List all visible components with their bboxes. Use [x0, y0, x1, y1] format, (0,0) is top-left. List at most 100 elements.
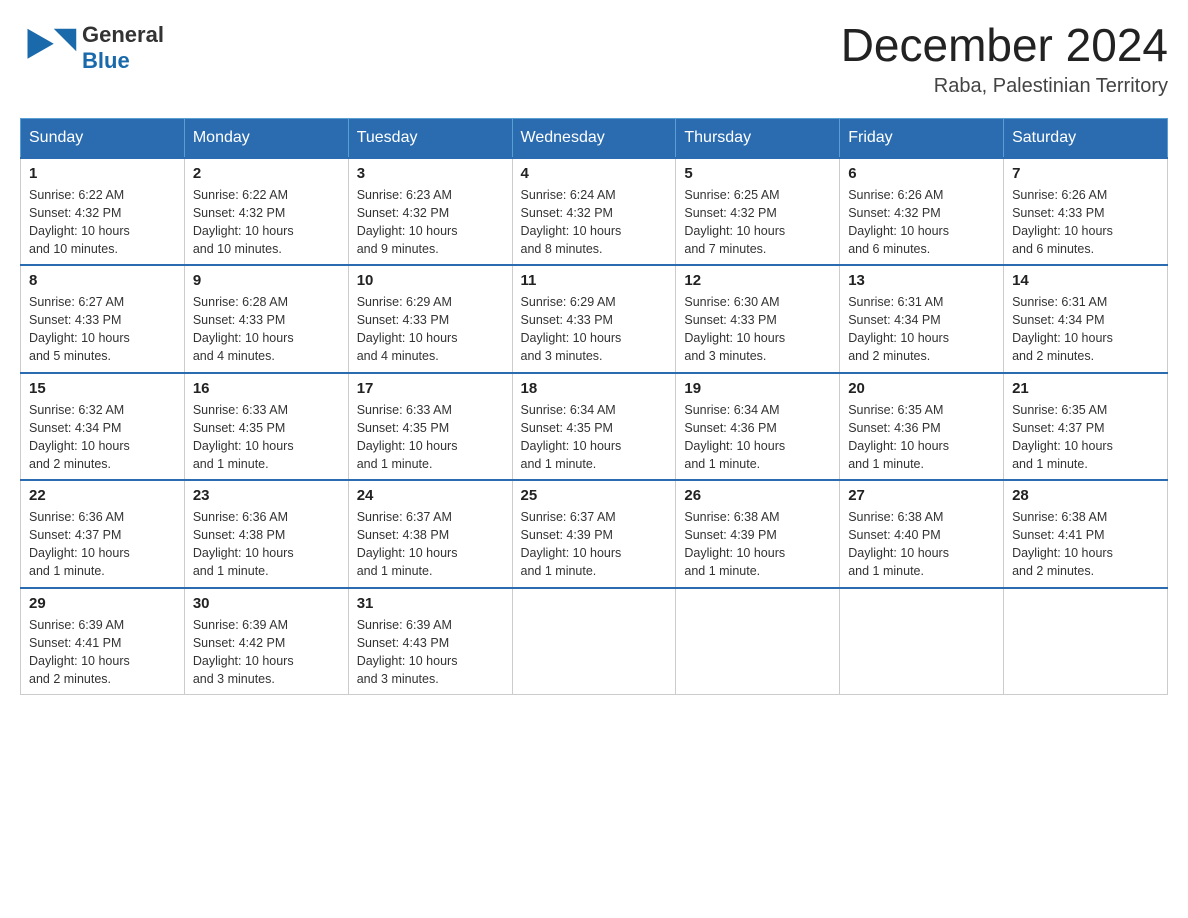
day-info: Sunrise: 6:27 AMSunset: 4:33 PMDaylight:…	[29, 293, 176, 366]
calendar-cell	[512, 588, 676, 695]
day-number: 1	[29, 165, 176, 182]
calendar-cell	[840, 588, 1004, 695]
day-number: 14	[1012, 272, 1159, 289]
calendar-week-row: 22 Sunrise: 6:36 AMSunset: 4:37 PMDayligh…	[21, 480, 1168, 588]
calendar-cell: 7 Sunrise: 6:26 AMSunset: 4:33 PMDaylight…	[1004, 158, 1168, 266]
day-info: Sunrise: 6:31 AMSunset: 4:34 PMDaylight:…	[1012, 293, 1159, 366]
weekday-header-wednesday: Wednesday	[512, 118, 676, 158]
calendar-cell: 14 Sunrise: 6:31 AMSunset: 4:34 PMDayligh…	[1004, 265, 1168, 373]
day-info: Sunrise: 6:33 AMSunset: 4:35 PMDaylight:…	[193, 401, 340, 474]
calendar-cell: 15Sunrise: 6:32 AMSunset: 4:34 PMDayligh…	[21, 373, 185, 481]
day-number: 3	[357, 165, 504, 182]
day-number: 6	[848, 165, 995, 182]
day-number: 19	[684, 380, 831, 397]
page-header: General Blue December 2024 Raba, Palesti…	[20, 20, 1168, 98]
day-info: Sunrise: 6:29 AMSunset: 4:33 PMDaylight:…	[357, 293, 504, 366]
day-info: Sunrise: 6:34 AMSunset: 4:36 PMDaylight:…	[684, 401, 831, 474]
day-number: 16	[193, 380, 340, 397]
day-number: 2	[193, 165, 340, 182]
day-info: Sunrise: 6:24 AMSunset: 4:32 PMDaylight:…	[521, 186, 668, 259]
calendar-cell: 8 Sunrise: 6:27 AMSunset: 4:33 PMDaylight…	[21, 265, 185, 373]
calendar-cell: 12 Sunrise: 6:30 AMSunset: 4:33 PMDayligh…	[676, 265, 840, 373]
day-number: 30	[193, 595, 340, 612]
weekday-header-saturday: Saturday	[1004, 118, 1168, 158]
day-number: 8	[29, 272, 176, 289]
calendar-cell: 19 Sunrise: 6:34 AMSunset: 4:36 PMDayligh…	[676, 373, 840, 481]
day-info: Sunrise: 6:28 AMSunset: 4:33 PMDaylight:…	[193, 293, 340, 366]
day-info: Sunrise: 6:23 AMSunset: 4:32 PMDaylight:…	[357, 186, 504, 259]
calendar-cell: 16 Sunrise: 6:33 AMSunset: 4:35 PMDayligh…	[184, 373, 348, 481]
calendar-cell: 20 Sunrise: 6:35 AMSunset: 4:36 PMDayligh…	[840, 373, 1004, 481]
day-number: 23	[193, 487, 340, 504]
weekday-header-monday: Monday	[184, 118, 348, 158]
day-number: 20	[848, 380, 995, 397]
calendar-cell: 2Sunrise: 6:22 AMSunset: 4:32 PMDaylight…	[184, 158, 348, 266]
calendar-cell: 29 Sunrise: 6:39 AMSunset: 4:41 PMDayligh…	[21, 588, 185, 695]
logo-blue-text: Blue	[82, 48, 164, 74]
day-info: Sunrise: 6:38 AMSunset: 4:41 PMDaylight:…	[1012, 508, 1159, 581]
location-title: Raba, Palestinian Territory	[841, 75, 1168, 98]
weekday-header-row: SundayMondayTuesdayWednesdayThursdayFrid…	[21, 118, 1168, 158]
calendar-cell: 24Sunrise: 6:37 AMSunset: 4:38 PMDayligh…	[348, 480, 512, 588]
calendar-cell: 30 Sunrise: 6:39 AMSunset: 4:42 PMDayligh…	[184, 588, 348, 695]
day-number: 10	[357, 272, 504, 289]
calendar-cell: 18 Sunrise: 6:34 AMSunset: 4:35 PMDayligh…	[512, 373, 676, 481]
calendar-cell: 4 Sunrise: 6:24 AMSunset: 4:32 PMDaylight…	[512, 158, 676, 266]
calendar-cell: 5Sunrise: 6:25 AMSunset: 4:32 PMDaylight…	[676, 158, 840, 266]
day-info: Sunrise: 6:39 AMSunset: 4:43 PMDaylight:…	[357, 616, 504, 689]
weekday-header-tuesday: Tuesday	[348, 118, 512, 158]
day-info: Sunrise: 6:30 AMSunset: 4:33 PMDaylight:…	[684, 293, 831, 366]
day-info: Sunrise: 6:39 AMSunset: 4:41 PMDaylight:…	[29, 616, 176, 689]
day-info: Sunrise: 6:37 AMSunset: 4:39 PMDaylight:…	[521, 508, 668, 581]
day-info: Sunrise: 6:35 AMSunset: 4:36 PMDaylight:…	[848, 401, 995, 474]
day-info: Sunrise: 6:34 AMSunset: 4:35 PMDaylight:…	[521, 401, 668, 474]
day-number: 7	[1012, 165, 1159, 182]
calendar-cell: 26 Sunrise: 6:38 AMSunset: 4:39 PMDayligh…	[676, 480, 840, 588]
day-number: 18	[521, 380, 668, 397]
calendar-cell: 28Sunrise: 6:38 AMSunset: 4:41 PMDayligh…	[1004, 480, 1168, 588]
day-number: 21	[1012, 380, 1159, 397]
calendar-cell: 23Sunrise: 6:36 AMSunset: 4:38 PMDayligh…	[184, 480, 348, 588]
calendar-cell: 25 Sunrise: 6:37 AMSunset: 4:39 PMDayligh…	[512, 480, 676, 588]
calendar-cell: 11Sunrise: 6:29 AMSunset: 4:33 PMDayligh…	[512, 265, 676, 373]
weekday-header-friday: Friday	[840, 118, 1004, 158]
calendar-cell: 22 Sunrise: 6:36 AMSunset: 4:37 PMDayligh…	[21, 480, 185, 588]
day-info: Sunrise: 6:26 AMSunset: 4:33 PMDaylight:…	[1012, 186, 1159, 259]
calendar-week-row: 29 Sunrise: 6:39 AMSunset: 4:41 PMDayligh…	[21, 588, 1168, 695]
calendar-table: SundayMondayTuesdayWednesdayThursdayFrid…	[20, 118, 1168, 696]
day-info: Sunrise: 6:38 AMSunset: 4:39 PMDaylight:…	[684, 508, 831, 581]
day-info: Sunrise: 6:22 AMSunset: 4:32 PMDaylight:…	[29, 186, 176, 259]
calendar-week-row: 15Sunrise: 6:32 AMSunset: 4:34 PMDayligh…	[21, 373, 1168, 481]
weekday-header-sunday: Sunday	[21, 118, 185, 158]
day-number: 17	[357, 380, 504, 397]
calendar-cell	[676, 588, 840, 695]
calendar-week-row: 1 Sunrise: 6:22 AMSunset: 4:32 PMDaylight…	[21, 158, 1168, 266]
day-number: 27	[848, 487, 995, 504]
day-info: Sunrise: 6:31 AMSunset: 4:34 PMDaylight:…	[848, 293, 995, 366]
calendar-cell: 1 Sunrise: 6:22 AMSunset: 4:32 PMDaylight…	[21, 158, 185, 266]
day-info: Sunrise: 6:32 AMSunset: 4:34 PMDaylight:…	[29, 401, 176, 474]
day-number: 22	[29, 487, 176, 504]
day-info: Sunrise: 6:38 AMSunset: 4:40 PMDaylight:…	[848, 508, 995, 581]
day-number: 24	[357, 487, 504, 504]
day-info: Sunrise: 6:25 AMSunset: 4:32 PMDaylight:…	[684, 186, 831, 259]
day-number: 26	[684, 487, 831, 504]
day-info: Sunrise: 6:26 AMSunset: 4:32 PMDaylight:…	[848, 186, 995, 259]
day-number: 11	[521, 272, 668, 289]
logo-general-text: General	[82, 22, 164, 48]
day-info: Sunrise: 6:35 AMSunset: 4:37 PMDaylight:…	[1012, 401, 1159, 474]
calendar-cell: 17Sunrise: 6:33 AMSunset: 4:35 PMDayligh…	[348, 373, 512, 481]
day-info: Sunrise: 6:36 AMSunset: 4:37 PMDaylight:…	[29, 508, 176, 581]
day-number: 4	[521, 165, 668, 182]
calendar-cell: 21 Sunrise: 6:35 AMSunset: 4:37 PMDayligh…	[1004, 373, 1168, 481]
day-number: 29	[29, 595, 176, 612]
day-number: 25	[521, 487, 668, 504]
day-number: 12	[684, 272, 831, 289]
logo-icon	[20, 20, 80, 75]
calendar-week-row: 8 Sunrise: 6:27 AMSunset: 4:33 PMDaylight…	[21, 265, 1168, 373]
calendar-cell: 3 Sunrise: 6:23 AMSunset: 4:32 PMDaylight…	[348, 158, 512, 266]
day-info: Sunrise: 6:39 AMSunset: 4:42 PMDaylight:…	[193, 616, 340, 689]
calendar-cell: 6 Sunrise: 6:26 AMSunset: 4:32 PMDaylight…	[840, 158, 1004, 266]
weekday-header-thursday: Thursday	[676, 118, 840, 158]
title-block: December 2024 Raba, Palestinian Territor…	[841, 20, 1168, 98]
